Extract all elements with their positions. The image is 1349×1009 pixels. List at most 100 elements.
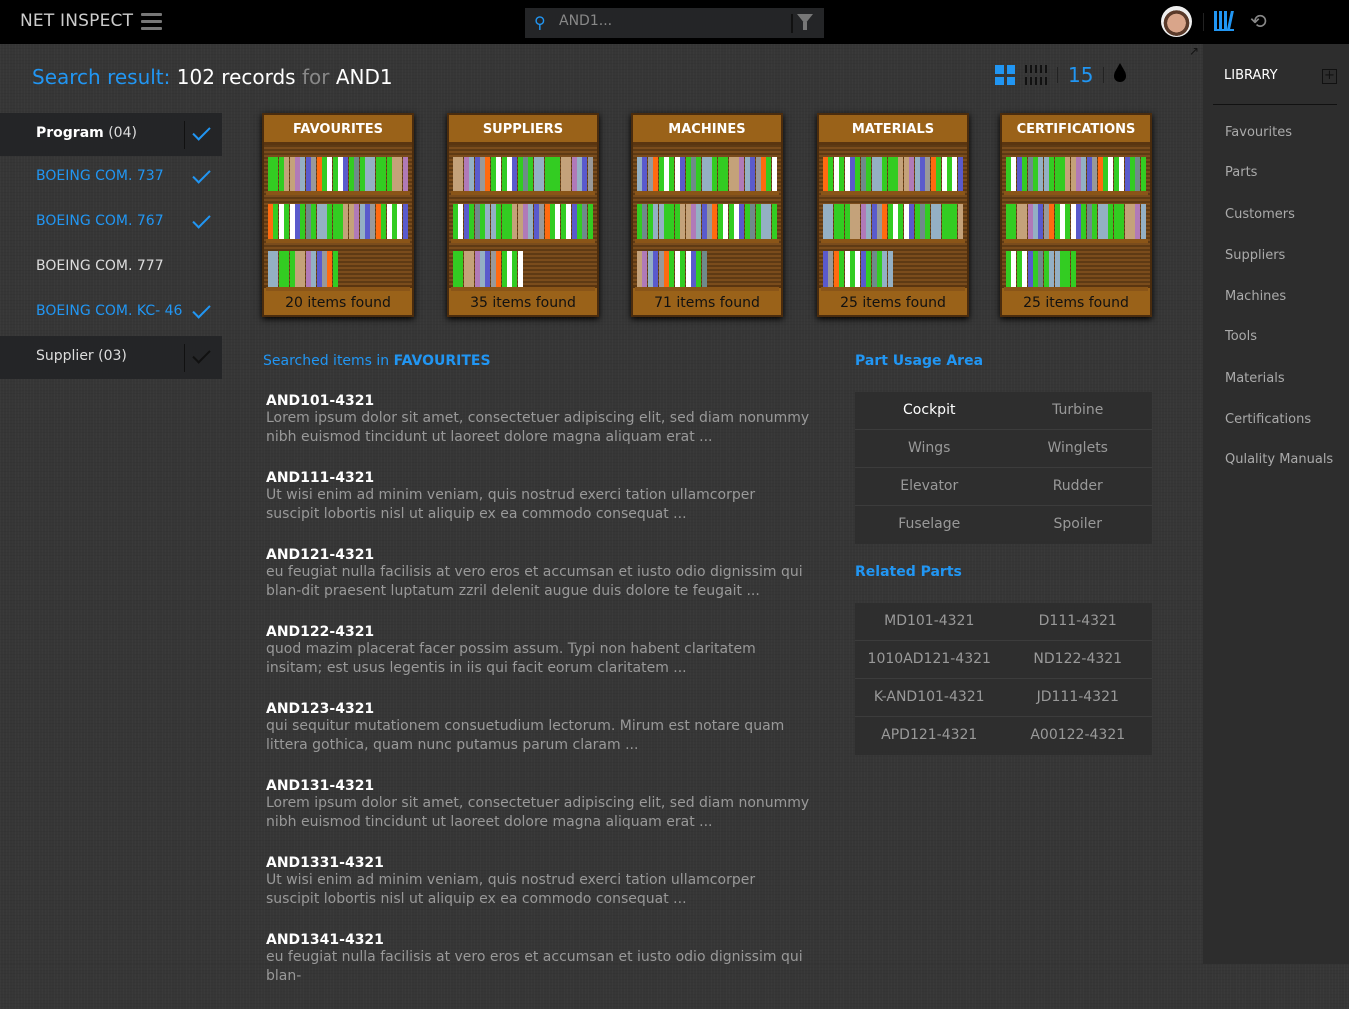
book [327,157,333,191]
table-cell[interactable]: A00122-4321 [1004,717,1153,755]
book [860,157,866,191]
history-icon[interactable]: ⟲ [1250,9,1267,33]
shelf-favourites[interactable]: FAVOURITES 20 items found [262,113,414,317]
result-item[interactable]: AND123-4321 qui sequitur mutationem consu… [266,701,811,778]
shelf-machines[interactable]: MACHINES 71 items found [631,113,783,317]
check-icon[interactable] [191,301,211,321]
book [278,204,284,239]
expand-icon[interactable]: ↗ [1189,44,1199,58]
table-cell[interactable]: JD111-4321 [1004,679,1153,716]
book [402,157,408,191]
book [284,157,290,191]
result-item[interactable]: AND1331-4321 Ut wisi enim ad minim veniam… [266,855,811,932]
book [1027,157,1033,191]
book [402,204,408,239]
library-item[interactable]: Parts [1225,165,1257,180]
table-cell[interactable]: Turbine [1004,392,1153,429]
book [1054,157,1060,191]
result-code[interactable]: AND121-4321 [266,547,811,563]
check-icon[interactable] [191,166,211,186]
result-code[interactable]: AND123-4321 [266,701,811,717]
check-icon[interactable] [191,346,211,366]
result-item[interactable]: AND1341-4321 eu feugiat nulla facilisis a… [266,932,811,1009]
table-cell[interactable]: Spoiler [1004,506,1153,544]
book [823,251,828,287]
library-item[interactable]: Qulality Manuals [1225,452,1333,467]
divider [1213,104,1337,105]
book [273,204,279,239]
table-cell[interactable]: MD101-4321 [855,603,1004,640]
table-cell[interactable]: Winglets [1004,430,1153,467]
table-cell[interactable]: Rudder [1004,468,1153,505]
shelf-materials[interactable]: MATERIALS 25 items found [817,113,969,317]
result-code[interactable]: AND122-4321 [266,624,811,640]
book [327,204,333,239]
result-code[interactable]: AND111-4321 [266,470,811,486]
avatar[interactable] [1161,6,1192,37]
library-item[interactable]: Suppliers [1225,248,1285,263]
book [528,157,534,191]
book [1054,204,1060,239]
page-size[interactable]: 15 [1068,63,1093,87]
result-code[interactable]: AND1331-4321 [266,855,811,871]
result-code[interactable]: AND101-4321 [266,393,811,409]
library-item[interactable]: Certifications [1225,412,1311,427]
book [453,204,458,239]
search-icon[interactable]: ⚲ [534,13,546,32]
table-cell[interactable]: D111-4321 [1004,603,1153,640]
table-cell[interactable]: Elevator [855,468,1004,505]
library-item[interactable]: Materials [1225,371,1285,386]
check-icon[interactable] [191,211,211,231]
book [1097,204,1103,239]
table-cell[interactable]: Cockpit [855,392,1004,429]
add-icon[interactable]: + [1322,69,1337,84]
book [381,204,387,239]
table-cell[interactable]: Wings [855,430,1004,467]
book [882,204,888,239]
filter-icon[interactable] [797,14,813,30]
library-item[interactable]: Favourites [1225,125,1292,140]
filter-group-program[interactable]: Program (04) [0,113,222,156]
table-cell[interactable]: ND122-4321 [1004,641,1153,678]
book [755,204,761,239]
result-code[interactable]: AND131-4321 [266,778,811,794]
result-item[interactable]: AND122-4321 quod mazim placerat facer pos… [266,624,811,701]
book [386,157,392,191]
result-item[interactable]: AND101-4321 Lorem ipsum dolor sit amet, c… [266,393,811,470]
menu-icon[interactable] [141,13,162,30]
book [560,157,566,191]
filter-item[interactable]: BOEING COM. 737 [0,156,222,201]
book [381,157,387,191]
library-item[interactable]: Tools [1225,329,1257,344]
book [701,204,707,239]
check-icon[interactable] [191,123,211,143]
table-cell[interactable]: APD121-4321 [855,717,1004,755]
theme-drop-icon[interactable] [1114,63,1127,82]
library-item[interactable]: Customers [1225,207,1295,222]
shelf-certifications[interactable]: CERTIFICATIONS 25 items found [1000,113,1152,317]
shelf-suppliers[interactable]: SUPPLIERS 35 items found [447,113,599,317]
book [544,204,550,239]
list-view-icon[interactable] [1025,65,1047,85]
book [284,204,290,239]
result-code[interactable]: AND1341-4321 [266,932,811,948]
filter-item[interactable]: BOEING COM. KC- 46 [0,291,222,336]
book [925,157,931,191]
result-item[interactable]: AND111-4321 Ut wisi enim ad minim veniam,… [266,470,811,547]
filter-item[interactable]: BOEING COM. 767 [0,201,222,246]
result-item[interactable]: AND131-4321 Lorem ipsum dolor sit amet, c… [266,778,811,855]
table-cell[interactable]: Fuselage [855,506,1004,544]
book [637,204,642,239]
table-cell[interactable]: K-AND101-4321 [855,679,1004,716]
library-icon[interactable] [1214,11,1234,31]
table-cell[interactable]: 1010AD121-4321 [855,641,1004,678]
library-item[interactable]: Machines [1225,289,1286,304]
grid-view-icon[interactable] [995,65,1015,85]
filter-group-supplier[interactable]: Supplier (03) [0,336,222,379]
filter-item[interactable]: BOEING COM. 777 [0,246,222,291]
book [289,251,295,287]
search-input[interactable] [559,13,779,29]
shelf-plank [266,239,410,243]
book [690,204,696,239]
result-item[interactable]: AND121-4321 eu feugiat nulla facilisis at… [266,547,811,624]
